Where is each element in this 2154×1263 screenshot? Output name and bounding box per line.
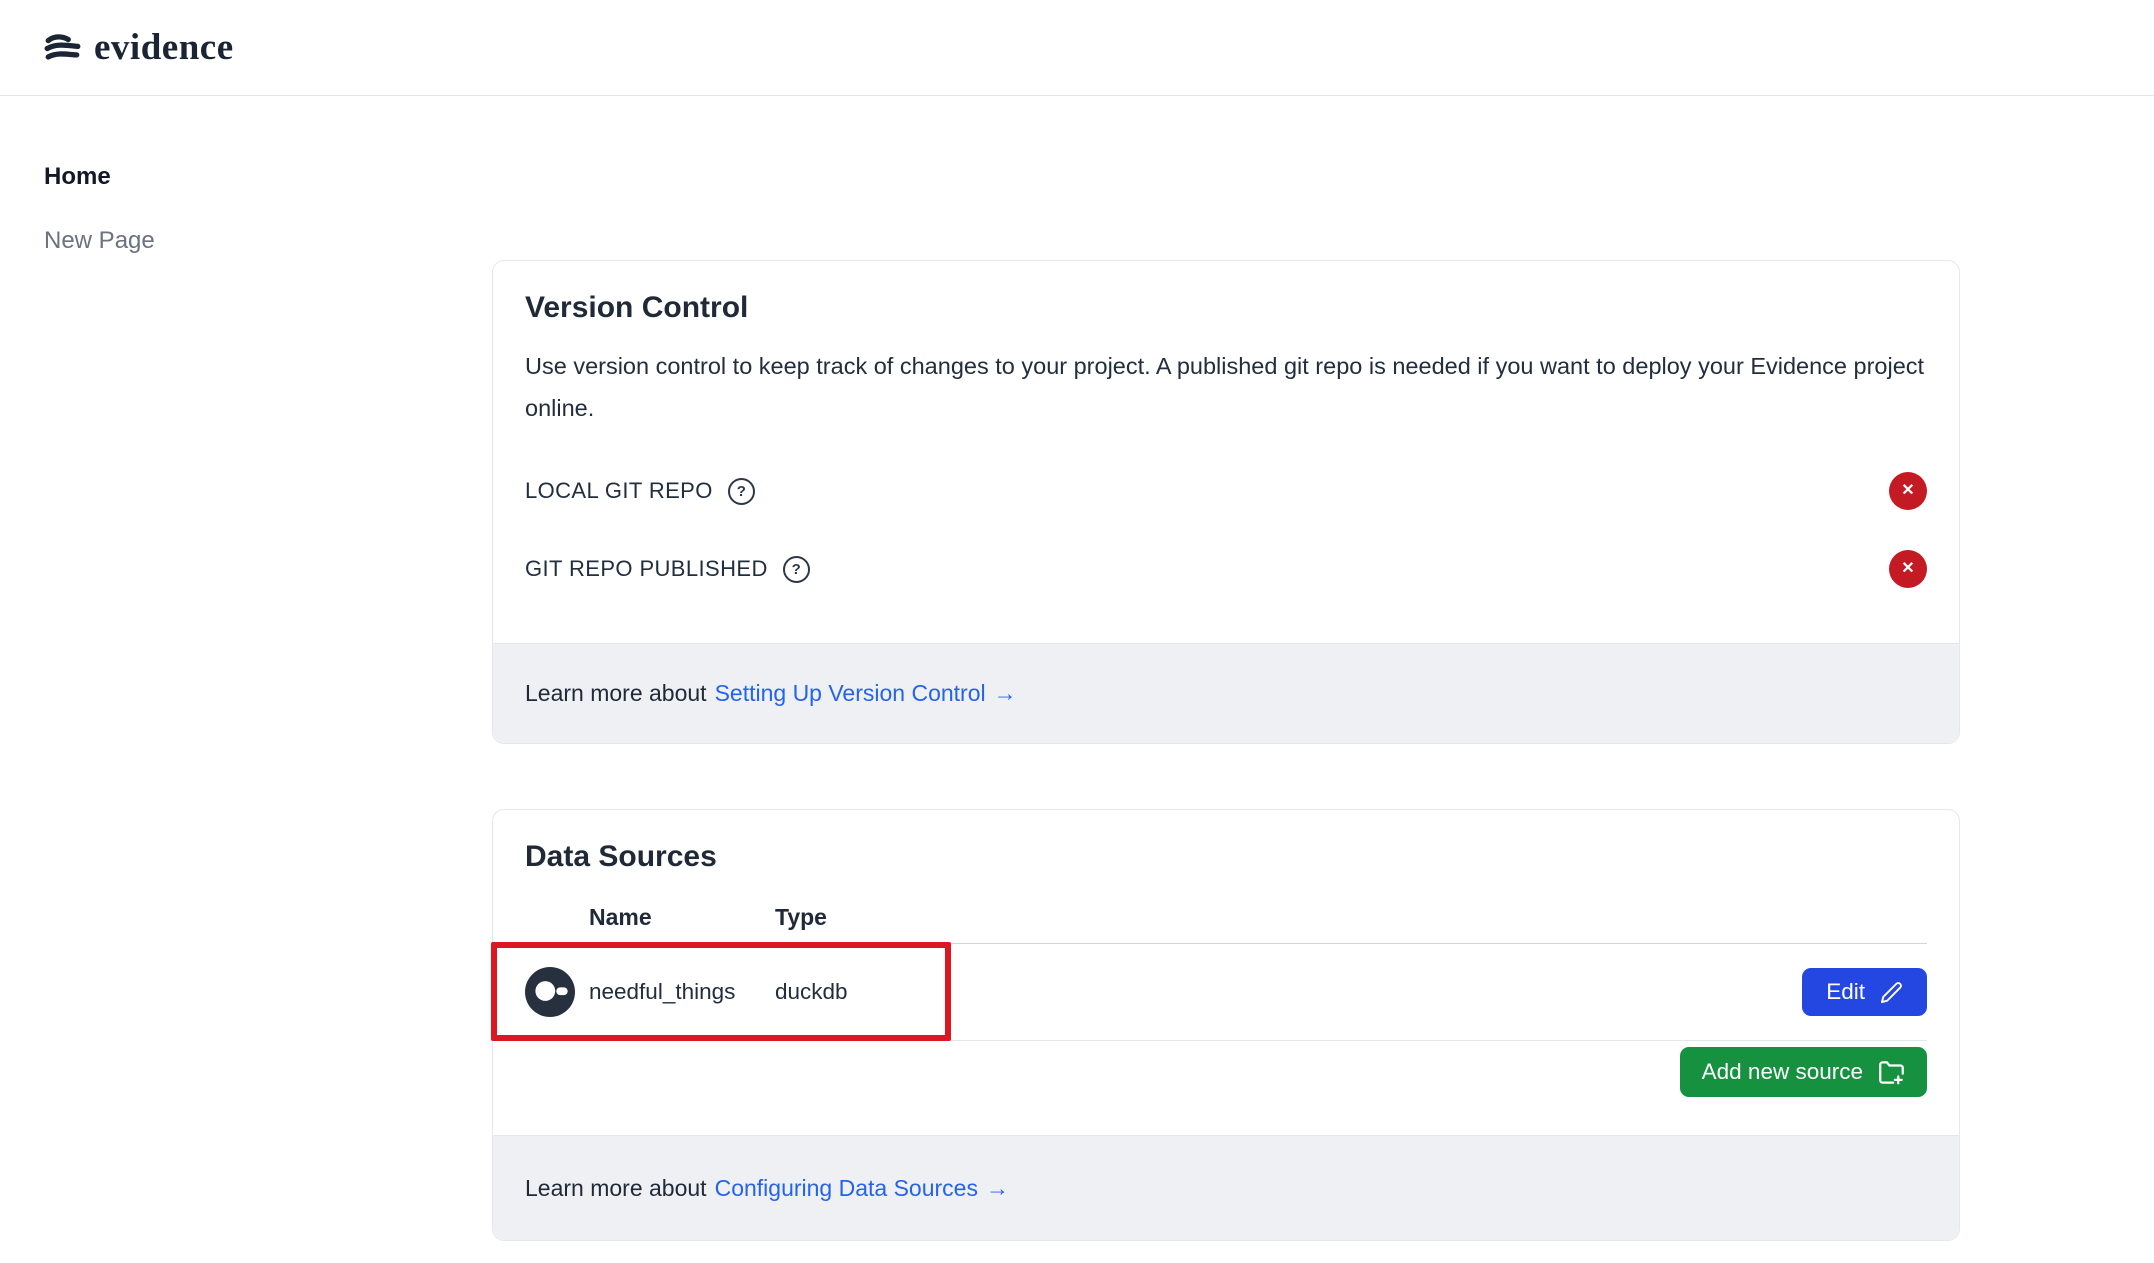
status-label-local-git-repo: LOCAL GIT REPO: [525, 478, 713, 504]
source-action-cell: Edit: [1802, 968, 1927, 1016]
main-content: Version Control Use version control to k…: [492, 260, 1960, 1241]
add-new-source-button[interactable]: Add new source: [1680, 1047, 1927, 1097]
version-control-card: Version Control Use version control to k…: [492, 260, 1960, 744]
setting-up-version-control-link[interactable]: Setting Up Version Control →: [715, 680, 1017, 707]
learn-more-text: Learn more about: [525, 680, 707, 707]
status-row-local-git-repo: LOCAL GIT REPO ? ✕: [525, 463, 1927, 519]
evidence-logo-text: evidence: [94, 26, 234, 69]
help-icon[interactable]: ?: [728, 478, 755, 505]
x-icon: ✕: [1901, 483, 1914, 499]
x-icon: ✕: [1901, 561, 1914, 577]
sidebar-item-new-page[interactable]: New Page: [44, 226, 155, 256]
duckdb-logo-icon: [525, 967, 575, 1017]
status-error-badge: ✕: [1889, 472, 1927, 510]
question-mark-glyph: ?: [792, 561, 801, 578]
status-label-git-repo-published: GIT REPO PUBLISHED: [525, 556, 768, 582]
configuring-data-sources-link[interactable]: Configuring Data Sources →: [715, 1175, 1009, 1202]
source-type-cell: duckdb: [775, 979, 1802, 1005]
question-mark-glyph: ?: [737, 483, 746, 500]
edit-source-button[interactable]: Edit: [1802, 968, 1927, 1016]
type-column-header: Type: [775, 904, 1927, 931]
data-sources-card: Data Sources Name Type: [492, 809, 1960, 1241]
table-header-row: Name Type: [525, 904, 1927, 944]
add-new-source-label: Add new source: [1702, 1061, 1863, 1084]
learn-more-text: Learn more about: [525, 1175, 707, 1202]
data-sources-footer: Learn more about Configuring Data Source…: [493, 1135, 1959, 1240]
folder-plus-icon: [1878, 1059, 1905, 1086]
sidebar: Home New Page: [44, 162, 155, 290]
add-source-row: Add new source: [525, 1047, 1927, 1097]
link-label: Setting Up Version Control: [715, 680, 986, 707]
version-control-description: Use version control to keep track of cha…: [525, 345, 1927, 429]
version-control-footer: Learn more about Setting Up Version Cont…: [493, 643, 1959, 743]
name-column-header: Name: [589, 904, 775, 931]
source-icon-cell: [525, 967, 589, 1017]
arrow-right-icon: →: [986, 1175, 1009, 1202]
data-sources-title: Data Sources: [525, 840, 1927, 874]
version-control-title: Version Control: [525, 291, 1927, 325]
status-row-git-repo-published: GIT REPO PUBLISHED ? ✕: [525, 541, 1927, 597]
evidence-logo-icon: [44, 32, 82, 64]
status-error-badge: ✕: [1889, 550, 1927, 588]
evidence-logo[interactable]: evidence: [44, 26, 234, 69]
arrow-right-icon: →: [994, 680, 1017, 707]
source-name-cell: needful_things: [589, 979, 775, 1005]
version-control-body: Version Control Use version control to k…: [493, 261, 1959, 643]
link-label: Configuring Data Sources: [715, 1175, 978, 1202]
help-icon[interactable]: ?: [783, 556, 810, 583]
pencil-icon: [1880, 981, 1903, 1004]
edit-button-label: Edit: [1826, 981, 1865, 1004]
data-sources-body: Data Sources Name Type: [493, 810, 1959, 1135]
app-header: evidence: [0, 0, 2154, 96]
sidebar-item-home[interactable]: Home: [44, 162, 155, 192]
data-sources-table: Name Type needful_things duckdb: [525, 904, 1927, 1041]
table-row: needful_things duckdb Edit: [525, 944, 1927, 1041]
